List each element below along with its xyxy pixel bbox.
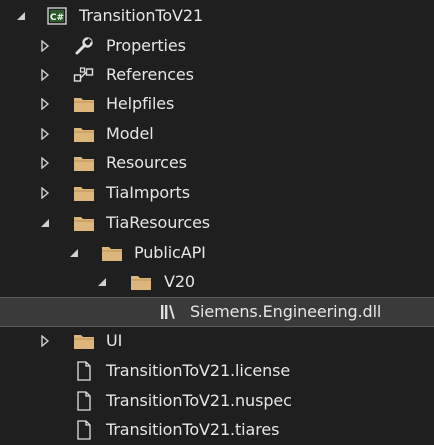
tree-item-references[interactable]: References [0, 60, 434, 90]
chevron-collapsed-icon[interactable] [38, 68, 52, 82]
tree-item-helpfiles[interactable]: Helpfiles [0, 89, 434, 119]
references-icon [73, 65, 95, 85]
tree-item-label: Resources [106, 153, 187, 172]
chevron-expanded-icon[interactable] [95, 275, 109, 289]
tree-item-license-file[interactable]: TransitionToV21.license [0, 356, 434, 386]
solution-explorer-tree: C# TransitionToV21 Properties References… [0, 0, 434, 445]
folder-open-icon [101, 243, 123, 263]
tree-item-label: Properties [106, 36, 186, 55]
tree-item-label: Siemens.Engineering.dll [190, 302, 382, 321]
folder-open-icon [130, 272, 152, 292]
file-icon [73, 361, 95, 381]
tree-item-label: UI [106, 331, 123, 350]
folder-icon [73, 94, 95, 114]
svg-text:C#: C# [50, 13, 64, 23]
tree-item-tiares-file[interactable]: TransitionToV21.tiares [0, 415, 434, 445]
chevron-collapsed-icon[interactable] [38, 127, 52, 141]
tree-item-model[interactable]: Model [0, 119, 434, 149]
tree-item-properties[interactable]: Properties [0, 31, 434, 61]
file-icon [73, 391, 95, 411]
folder-icon [73, 183, 95, 203]
chevron-collapsed-icon[interactable] [38, 156, 52, 170]
wrench-icon [73, 36, 95, 56]
tree-item-label: References [106, 65, 194, 84]
folder-open-icon [73, 213, 95, 233]
tree-item-publicapi[interactable]: PublicAPI [0, 238, 434, 268]
tree-item-label: TransitionToV21.nuspec [106, 391, 292, 410]
tree-item-v20[interactable]: V20 [0, 267, 434, 297]
tree-item-ui[interactable]: UI [0, 326, 434, 356]
tree-item-label: Helpfiles [106, 94, 175, 113]
tree-item-label: V20 [164, 272, 196, 291]
tree-item-tiaresources[interactable]: TiaResources [0, 208, 434, 238]
chevron-collapsed-icon[interactable] [38, 186, 52, 200]
file-icon [73, 420, 95, 440]
tree-item-label: TiaImports [106, 183, 190, 202]
tree-item-label: PublicAPI [134, 243, 206, 262]
tree-item-label: TransitionToV21 [79, 6, 204, 25]
tree-item-siemens-engineering-dll[interactable]: Siemens.Engineering.dll [0, 297, 434, 327]
tree-item-label: TransitionToV21.tiares [106, 420, 280, 439]
folder-icon [73, 124, 95, 144]
chevron-expanded-icon[interactable] [67, 246, 81, 260]
tree-item-label: TiaResources [106, 213, 211, 232]
chevron-collapsed-icon[interactable] [38, 334, 52, 348]
tree-item-label: TransitionToV21.license [106, 361, 291, 380]
csharp-project-icon: C# [46, 6, 68, 26]
tree-item-nuspec-file[interactable]: TransitionToV21.nuspec [0, 386, 434, 416]
folder-icon [73, 331, 95, 351]
tree-item-resources[interactable]: Resources [0, 148, 434, 178]
chevron-expanded-icon[interactable] [38, 216, 52, 230]
folder-icon [73, 153, 95, 173]
tree-item-project[interactable]: C# TransitionToV21 [0, 1, 434, 31]
chevron-expanded-icon[interactable] [14, 9, 28, 23]
tree-item-tiaimports[interactable]: TiaImports [0, 178, 434, 208]
assembly-reference-icon [158, 302, 180, 322]
chevron-collapsed-icon[interactable] [38, 39, 52, 53]
chevron-collapsed-icon[interactable] [38, 97, 52, 111]
tree-item-label: Model [106, 124, 154, 143]
